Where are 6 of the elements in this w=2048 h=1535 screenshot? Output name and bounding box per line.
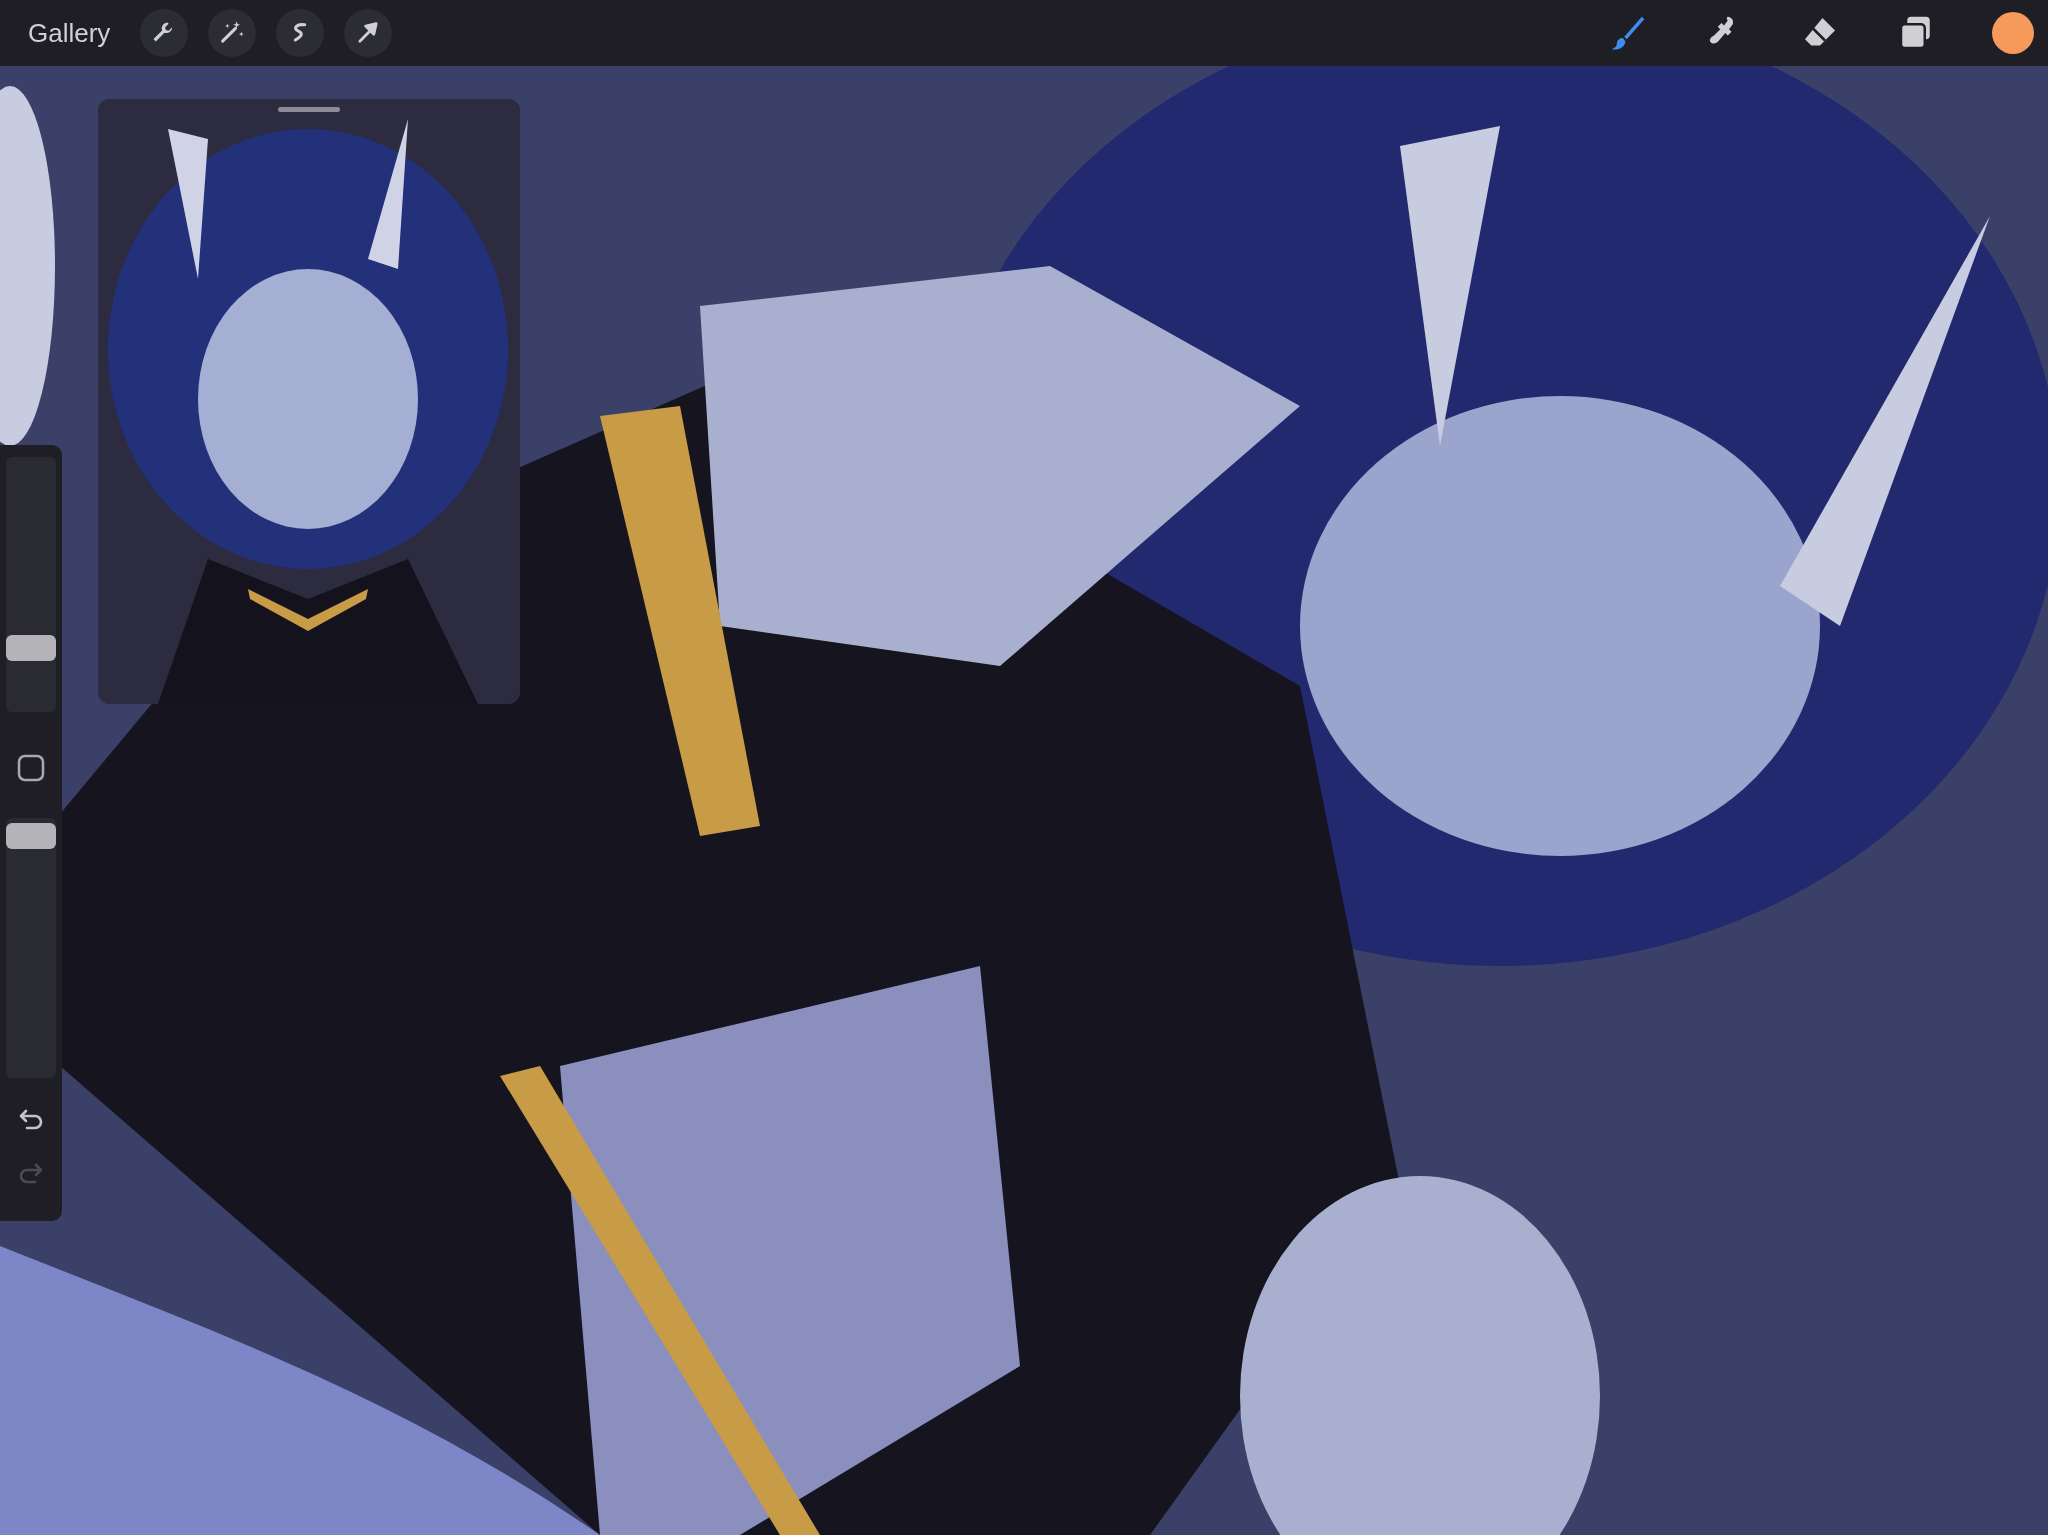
wrench-button[interactable] bbox=[140, 9, 189, 57]
magic-wand-button[interactable] bbox=[208, 9, 257, 57]
color-swatch[interactable] bbox=[1992, 12, 2034, 54]
selection-button[interactable] bbox=[276, 9, 325, 57]
arrow-button[interactable] bbox=[344, 9, 393, 57]
gallery-button[interactable]: Gallery bbox=[18, 13, 121, 53]
